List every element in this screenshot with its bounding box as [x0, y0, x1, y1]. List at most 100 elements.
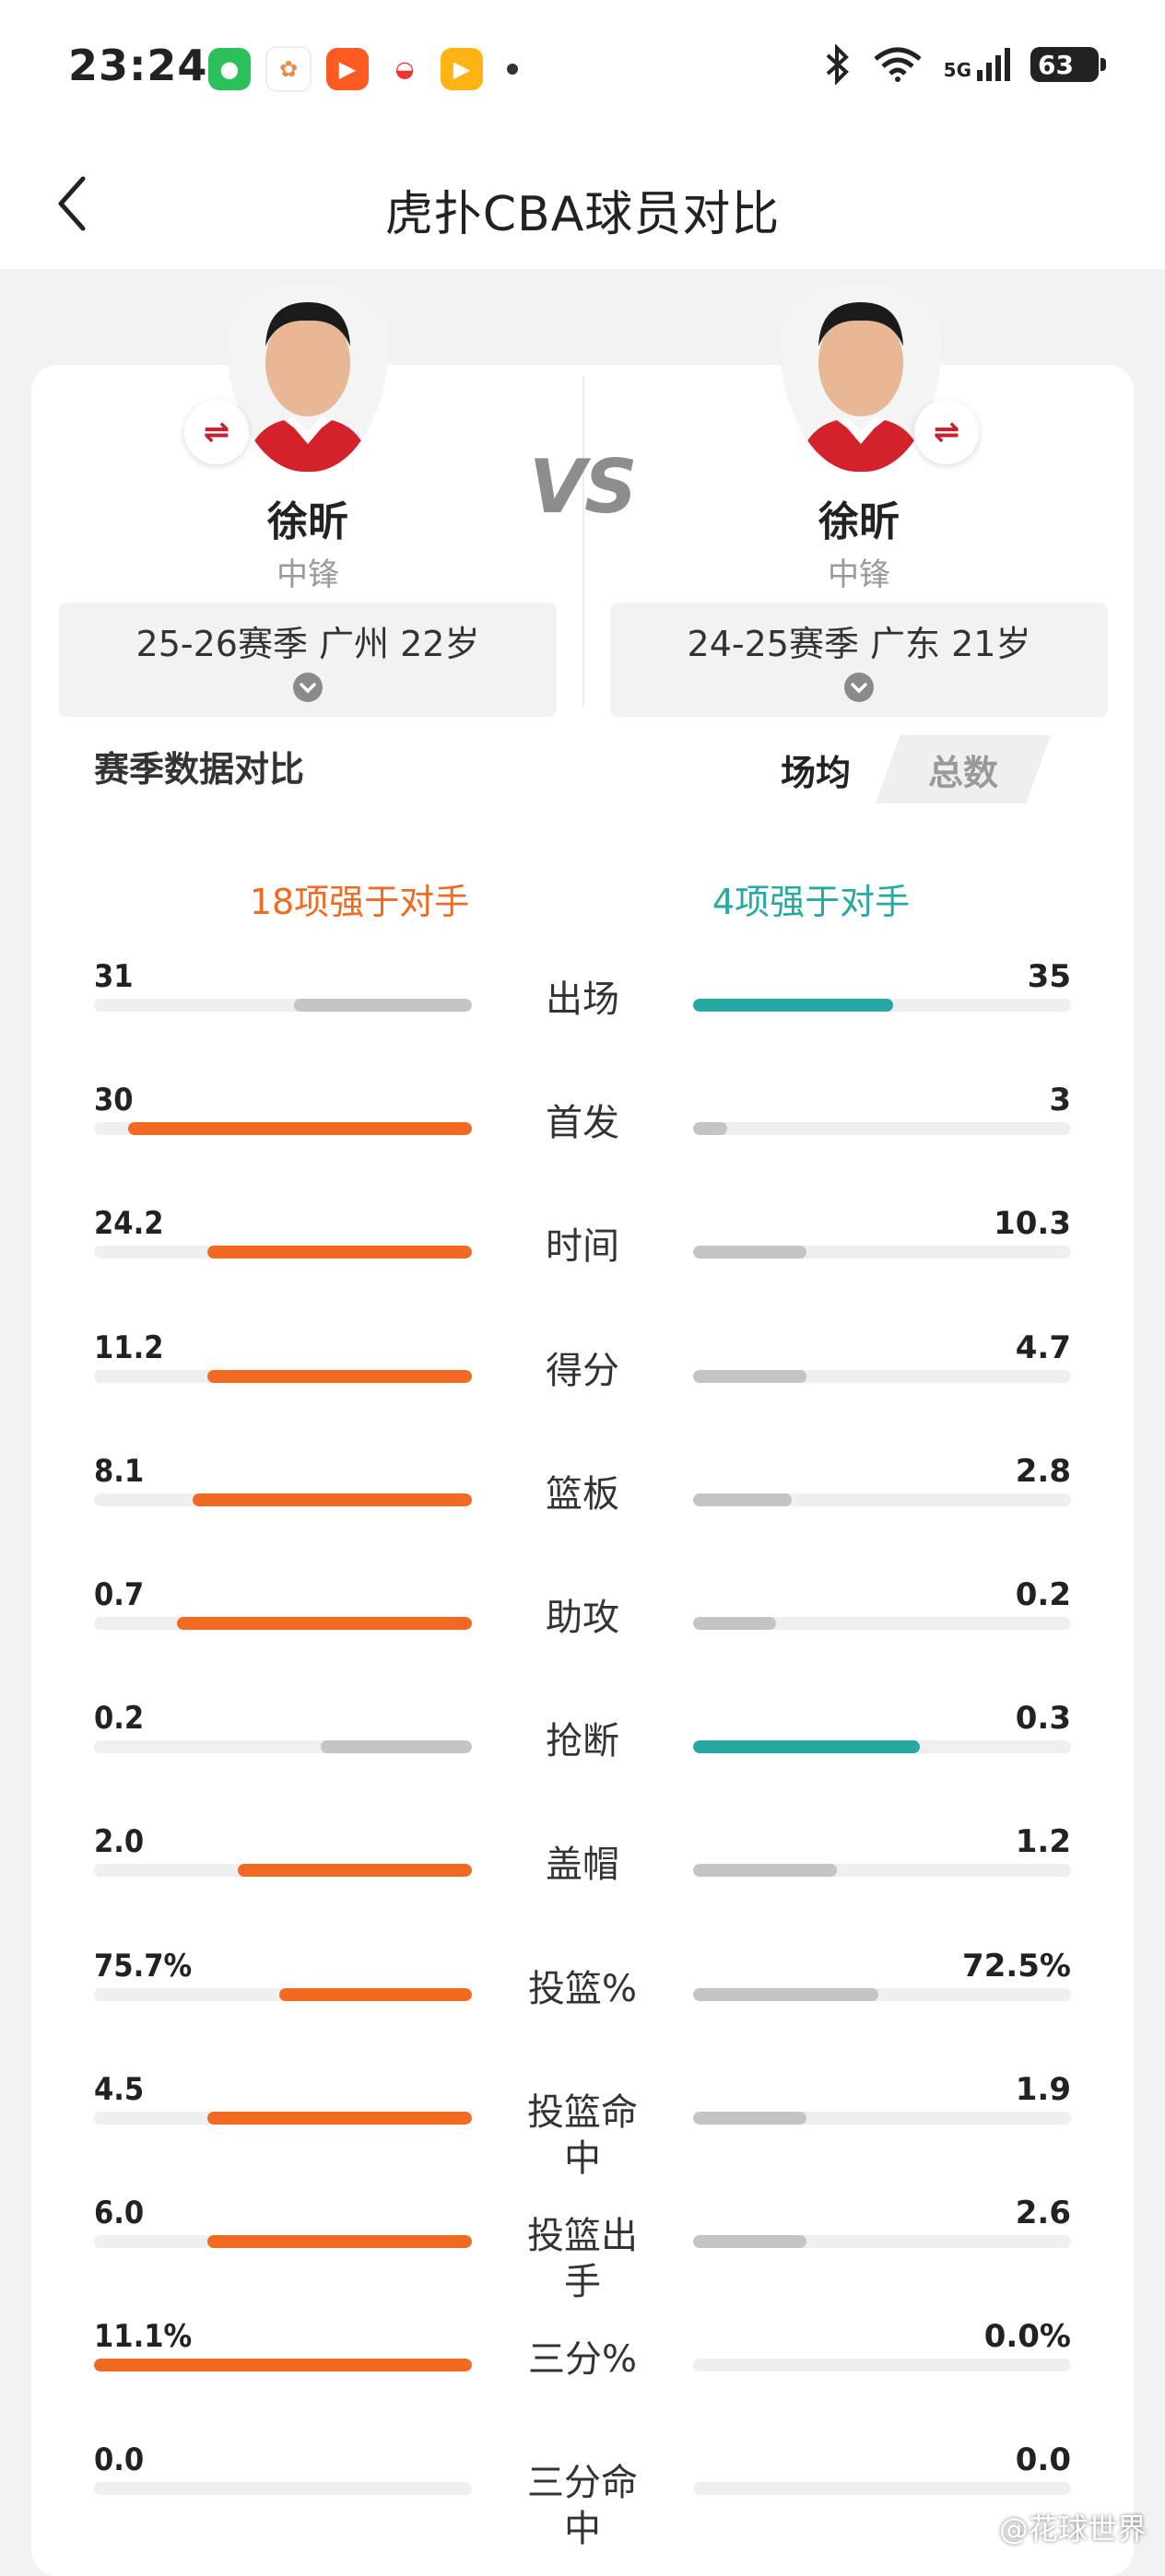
- stat-label: 时间: [546, 1225, 619, 1269]
- left-stat-bar: [94, 2235, 472, 2248]
- left-stat-value: 0.2: [94, 1700, 145, 1738]
- signal-icon: 5G: [944, 48, 1010, 81]
- left-stat-bar-fill: [207, 2111, 472, 2125]
- right-stat-bar: [693, 1864, 1071, 1878]
- left-stat-value: 2.0: [94, 1823, 145, 1861]
- left-season-text: 25-26赛季 广州 22岁: [135, 624, 480, 664]
- stat-label: 三分%: [527, 2338, 637, 2382]
- right-stat-value: 4.7: [1015, 1329, 1071, 1366]
- right-stat-bar-fill: [693, 1493, 792, 1506]
- left-stat-bar-fill: [321, 1740, 472, 1754]
- left-stat-bar: [94, 2111, 472, 2125]
- right-stat-bar: [693, 2359, 1071, 2372]
- right-stat-bar-fill: [693, 999, 894, 1012]
- right-stat-bar-fill: [693, 1864, 837, 1878]
- right-swap-player-button[interactable]: ⇌: [914, 400, 979, 464]
- right-stat-bar: [693, 1369, 1071, 1383]
- left-stat-value: 24.2: [94, 1205, 164, 1243]
- swap-icon: ⇌: [203, 414, 230, 451]
- stat-label: 投篮命中: [527, 2090, 638, 2180]
- right-stat-value: 3: [1049, 1082, 1071, 1119]
- kuaishou-icon: ▶: [326, 48, 369, 90]
- right-stat-bar: [693, 1122, 1071, 1136]
- right-stat-value: 0.3: [1015, 1700, 1071, 1738]
- left-player-name: 徐昕: [267, 498, 348, 545]
- status-time: 23:24: [68, 41, 208, 90]
- swap-icon: ⇌: [933, 414, 960, 451]
- right-stat-bar: [693, 2482, 1071, 2496]
- tab-total[interactable]: 总数: [876, 735, 1051, 803]
- colorful-app-icon: ✿: [265, 46, 312, 92]
- tab-average[interactable]: 场均: [737, 735, 894, 803]
- left-season-selector[interactable]: 25-26赛季 广州 22岁: [59, 603, 557, 717]
- right-stat-bar-fill: [693, 1246, 806, 1259]
- stat-label: 助攻: [546, 1597, 619, 1639]
- more-notifications-dot-icon: [507, 64, 518, 75]
- left-stat-bar: [94, 1864, 472, 1878]
- right-stat-bar-fill: [693, 2111, 806, 2125]
- right-stat-bar: [693, 1246, 1071, 1259]
- left-stat-value: 11.2: [94, 1329, 164, 1366]
- left-stat-value: 0.0: [94, 2441, 145, 2479]
- left-stat-bar-fill: [207, 1369, 472, 1383]
- left-stat-bar-fill: [294, 999, 472, 1012]
- stat-label: 投篮%: [527, 1967, 637, 2010]
- bluetooth-icon: [826, 44, 849, 85]
- left-stat-value: 0.7: [94, 1576, 145, 1613]
- left-stat-value: 4.5: [94, 2070, 145, 2108]
- stat-row: 0.2 0.3 抢断: [0, 1700, 1165, 1823]
- network-type: 5G: [943, 59, 971, 81]
- status-bar: 23:24 ● ✿ ▶ ◒ ▶ 5G 63: [0, 0, 1165, 138]
- right-stat-value: 1.2: [1015, 1823, 1071, 1861]
- right-stat-bar-fill: [693, 1122, 727, 1136]
- right-stat-value: 2.8: [1015, 1452, 1071, 1490]
- battery-level: 63: [1038, 49, 1074, 80]
- left-stat-bar: [94, 2359, 472, 2372]
- right-stat-bar-fill: [693, 1987, 878, 2001]
- right-stat-bar-fill: [693, 1369, 806, 1383]
- left-stat-bar: [94, 1122, 472, 1136]
- left-swap-player-button[interactable]: ⇌: [184, 400, 249, 464]
- right-stat-bar: [693, 1987, 1071, 2001]
- player-divider: [582, 376, 584, 708]
- stat-row: 0.7 0.2 助攻: [0, 1576, 1165, 1700]
- lantern-app-icon: ◒: [383, 48, 426, 90]
- left-stat-bar: [94, 1246, 472, 1259]
- stat-row: 6.0 2.6 投篮出手: [0, 2195, 1165, 2318]
- right-stat-value: 35: [1027, 958, 1071, 995]
- right-stat-bar: [693, 999, 1071, 1012]
- stat-label: 得分: [546, 1349, 619, 1392]
- stat-row: 75.7% 72.5% 投篮%: [0, 1948, 1165, 2071]
- page-title: 虎扑CBA球员对比: [384, 187, 781, 242]
- chevron-down-icon: [293, 673, 323, 702]
- left-stat-bar: [94, 1617, 472, 1630]
- left-stat-value: 6.0: [94, 2195, 145, 2231]
- section-title: 赛季数据对比: [94, 749, 305, 790]
- stat-label: 盖帽: [546, 1844, 619, 1887]
- right-stat-value: 0.0: [1015, 2441, 1071, 2479]
- stat-row: 11.1% 0.0% 三分%: [0, 2318, 1165, 2441]
- left-stat-bar-fill: [207, 1246, 472, 1259]
- right-stat-bar: [693, 2235, 1071, 2248]
- left-stat-bar-fill: [278, 1987, 472, 2001]
- left-stat-bar-fill: [207, 2235, 472, 2248]
- notification-icons: ● ✿ ▶ ◒ ▶: [208, 46, 518, 92]
- stat-label: 抢断: [546, 1720, 619, 1763]
- stat-row: 0.0 0.0 三分命中: [0, 2441, 1165, 2565]
- stat-label: 篮板: [546, 1472, 619, 1516]
- left-stat-bar: [94, 1987, 472, 2001]
- left-player-position: 中锋: [277, 556, 339, 593]
- right-stat-value: 10.3: [994, 1205, 1071, 1243]
- stat-label: 三分命中: [527, 2462, 638, 2551]
- right-player-position: 中锋: [828, 556, 890, 593]
- left-stat-bar: [94, 1369, 472, 1383]
- stat-label: 出场: [546, 978, 619, 1021]
- stat-row: 4.5 1.9 投篮命中: [0, 2071, 1165, 2195]
- right-stat-bar-fill: [693, 1617, 777, 1630]
- left-summary: 18项强于对手: [249, 882, 470, 922]
- left-stat-bar: [94, 1493, 472, 1506]
- right-season-selector[interactable]: 24-25赛季 广东 21岁: [610, 603, 1108, 717]
- chevron-down-icon: [844, 673, 874, 702]
- right-stat-value: 1.9: [1015, 2070, 1071, 2108]
- stat-row: 11.2 4.7 得分: [0, 1329, 1165, 1453]
